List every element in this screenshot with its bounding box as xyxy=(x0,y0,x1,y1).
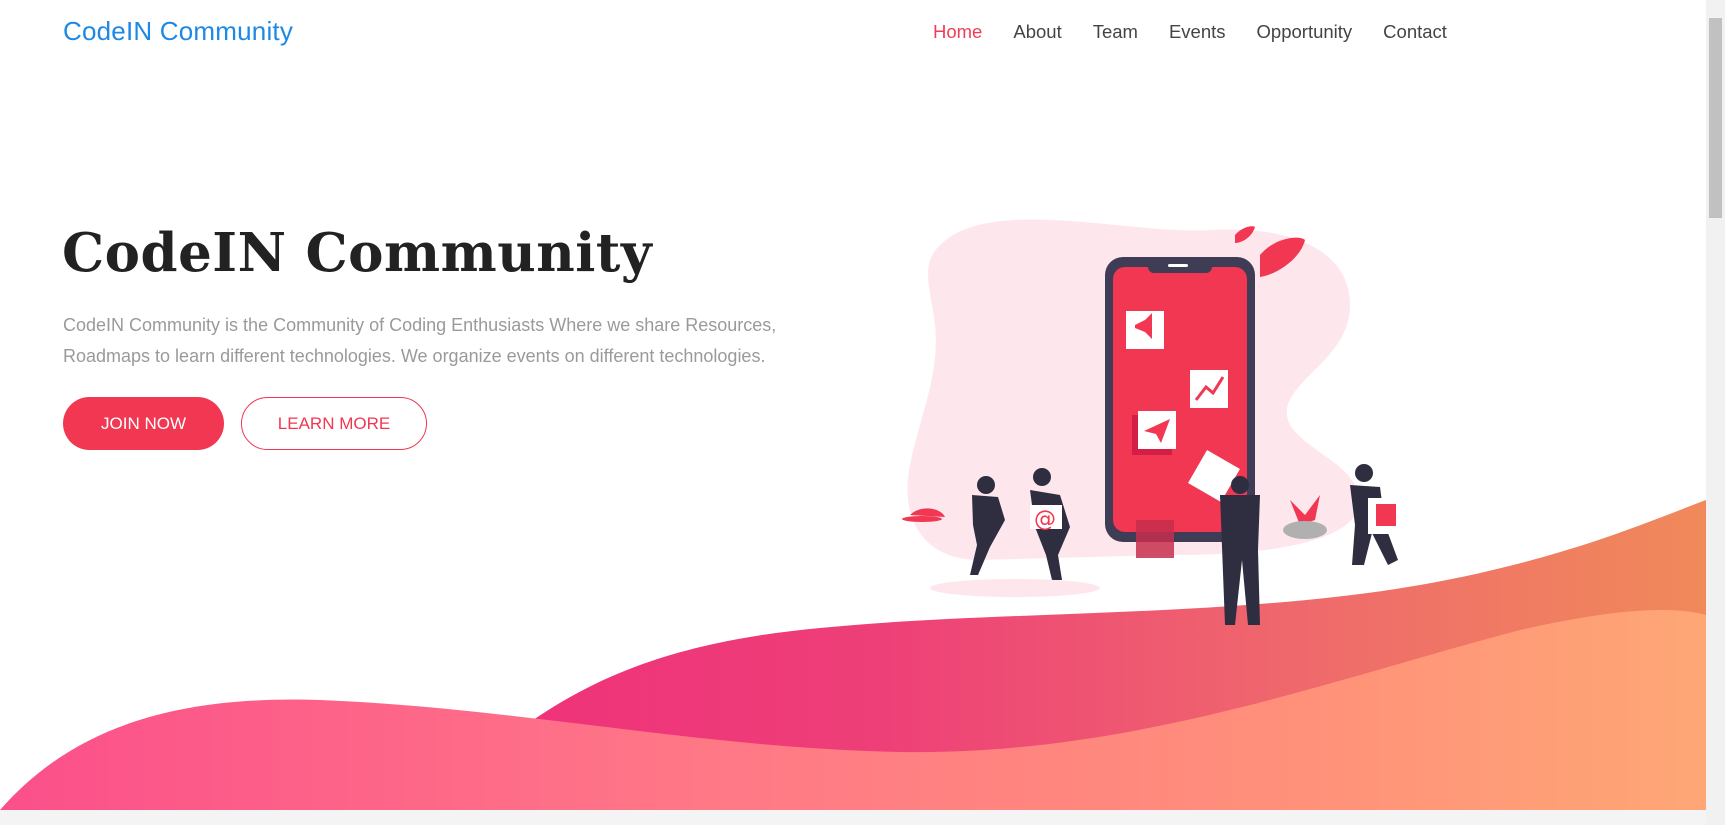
nav-item-contact[interactable]: Contact xyxy=(1383,21,1447,43)
page-scrollbar[interactable] xyxy=(1706,0,1725,825)
footer-strip xyxy=(0,810,1706,825)
nav-item-opportunity[interactable]: Opportunity xyxy=(1257,21,1353,43)
site-header: CodeIN Community Home About Team Events … xyxy=(0,0,1706,68)
brand-logo-link[interactable]: CodeIN Community xyxy=(63,16,293,47)
nav-item-home[interactable]: Home xyxy=(933,21,982,43)
scrollbar-thumb[interactable] xyxy=(1709,18,1722,218)
hero-wave-background xyxy=(0,500,1706,810)
nav-item-events[interactable]: Events xyxy=(1169,21,1226,43)
hero-description: CodeIN Community is the Community of Cod… xyxy=(63,315,777,366)
join-now-button[interactable]: JOIN NOW xyxy=(63,397,224,450)
hero-title: CodeIN Community xyxy=(62,222,653,284)
nav-item-about[interactable]: About xyxy=(1013,21,1061,43)
learn-more-button[interactable]: LEARN MORE xyxy=(241,397,427,450)
at-symbol: @ xyxy=(1034,507,1056,532)
nav-item-team[interactable]: Team xyxy=(1093,21,1138,43)
main-nav: Home About Team Events Opportunity Conta… xyxy=(933,21,1478,43)
hero-illustration: @ xyxy=(902,219,1404,625)
